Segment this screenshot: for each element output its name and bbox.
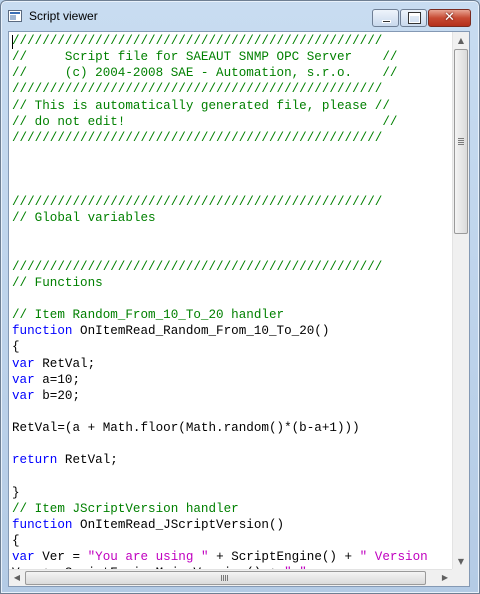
code-line: ////////////////////////////////////////… xyxy=(12,130,452,146)
code-token: RetVal; xyxy=(57,453,118,468)
code-line: function OnItemRead_JScriptVersion() xyxy=(12,517,452,533)
code-token: // Functions xyxy=(12,275,103,290)
code-token: // Global variables xyxy=(12,211,156,226)
code-token: return xyxy=(12,453,58,468)
horizontal-scroll-thumb[interactable] xyxy=(25,571,426,585)
code-line: { xyxy=(12,339,452,355)
code-line: // This is automatically generated file,… xyxy=(12,98,452,114)
scroll-right-icon[interactable]: ▶ xyxy=(437,570,453,586)
scroll-down-icon[interactable]: ▼ xyxy=(453,553,469,570)
code-line: ////////////////////////////////////////… xyxy=(12,194,452,210)
code-token: ////////////////////////////////////////… xyxy=(12,82,383,97)
close-button[interactable]: ✕ xyxy=(428,9,471,27)
script-code-text[interactable]: ////////////////////////////////////////… xyxy=(12,33,452,569)
close-icon: ✕ xyxy=(444,10,455,25)
code-line: // Item JScriptVersion handler xyxy=(12,501,452,517)
code-token: // Item Random_From_10_To_20 handler xyxy=(12,308,285,323)
code-line: var a=10; xyxy=(12,372,452,388)
code-token: ////////////////////////////////////////… xyxy=(12,34,383,48)
code-token: function xyxy=(12,517,73,532)
window-title: Script viewer xyxy=(29,9,98,23)
code-token: RetVal; xyxy=(34,356,96,371)
code-line: // Item Random_From_10_To_20 handler xyxy=(12,307,452,323)
horizontal-scrollbar[interactable]: ◀ ▶ xyxy=(9,569,453,586)
code-token: } xyxy=(12,485,20,500)
code-line: ////////////////////////////////////////… xyxy=(12,259,452,275)
code-line: return RetVal; xyxy=(12,452,452,468)
title-bar[interactable]: Script viewer ✕ xyxy=(1,1,479,31)
window-app-icon xyxy=(8,10,22,22)
code-token: ////////////////////////////////////////… xyxy=(12,259,383,274)
code-token: OnItemRead_JScriptVersion() xyxy=(72,517,285,532)
code-line: } xyxy=(12,485,452,501)
code-token: function xyxy=(12,324,73,339)
script-editor-area[interactable]: ////////////////////////////////////////… xyxy=(8,31,470,587)
code-line: function OnItemRead_Random_From_10_To_20… xyxy=(12,323,452,339)
code-token: // Script file for SAEAUT SNMP OPC Serve… xyxy=(12,50,398,65)
maximize-button[interactable] xyxy=(400,9,427,27)
code-token: var xyxy=(12,388,35,403)
code-token: a=10; xyxy=(34,372,81,387)
code-line: // do not edit! // xyxy=(12,114,452,130)
grip-line xyxy=(458,144,464,145)
code-token: var xyxy=(12,550,35,564)
code-token: "You are using " xyxy=(87,550,209,564)
grip-line xyxy=(458,140,464,141)
code-token: var xyxy=(12,372,35,387)
code-token: b=20; xyxy=(34,388,81,403)
script-viewer-window: Script viewer ✕ ////////////////////////… xyxy=(0,0,480,594)
code-token: { xyxy=(12,340,20,355)
grip-line xyxy=(227,575,228,581)
minimize-icon xyxy=(382,20,391,23)
code-token: var xyxy=(12,356,35,371)
scrollbar-corner xyxy=(452,569,469,586)
code-line: var Ver = "You are using " + ScriptEngin… xyxy=(12,549,452,565)
vertical-scroll-thumb[interactable] xyxy=(454,49,468,234)
code-token: ////////////////////////////////////////… xyxy=(12,130,383,145)
code-line: // Functions xyxy=(12,275,452,291)
code-line: var b=20; xyxy=(12,388,452,404)
code-line: ////////////////////////////////////////… xyxy=(12,33,452,49)
vertical-scrollbar[interactable]: ▲ ▼ xyxy=(452,32,469,570)
code-token: ////////////////////////////////////////… xyxy=(12,195,383,210)
code-line: // Script file for SAEAUT SNMP OPC Serve… xyxy=(12,49,452,65)
grip-line xyxy=(225,575,226,581)
code-token: + ScriptEngine() + xyxy=(208,550,360,564)
code-token: { xyxy=(12,533,20,548)
code-token: // (c) 2004-2008 SAE - Automation, s.r.o… xyxy=(12,66,398,81)
code-token: // do not edit! // xyxy=(12,114,398,129)
grip-line xyxy=(458,138,464,139)
code-token: // Item JScriptVersion handler xyxy=(12,501,239,516)
grip-line xyxy=(458,142,464,143)
grip-line xyxy=(223,575,224,581)
text-caret xyxy=(12,35,13,49)
code-line: // Global variables xyxy=(12,210,452,226)
code-line: ////////////////////////////////////////… xyxy=(12,81,452,97)
code-token: OnItemRead_Random_From_10_To_20() xyxy=(72,324,330,339)
code-token: RetVal=(a + Math.floor(Math.random()*(b-… xyxy=(12,421,360,435)
code-line: // (c) 2004-2008 SAE - Automation, s.r.o… xyxy=(12,65,452,81)
code-token: // This is automatically generated file,… xyxy=(12,98,390,113)
code-line: RetVal=(a + Math.floor(Math.random()*(b-… xyxy=(12,420,452,436)
code-token: Ver = xyxy=(34,550,88,564)
grip-line xyxy=(221,575,222,581)
code-line: var RetVal; xyxy=(12,356,452,372)
code-token: " Version xyxy=(359,550,428,564)
code-line: { xyxy=(12,533,452,549)
maximize-icon xyxy=(408,12,421,24)
scroll-left-icon[interactable]: ◀ xyxy=(9,570,25,586)
scroll-up-icon[interactable]: ▲ xyxy=(453,32,469,49)
minimize-button[interactable] xyxy=(372,9,399,27)
